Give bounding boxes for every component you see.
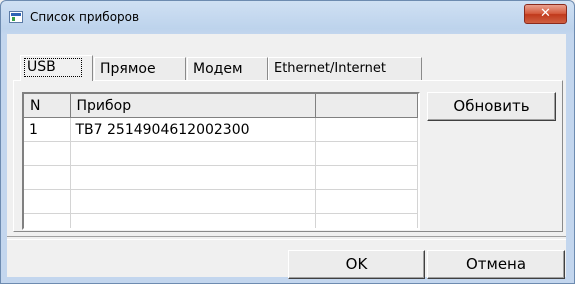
title-bar[interactable]: Список приборов ✕ [1,1,574,35]
device-table[interactable]: N Прибор 1 ТВ7 2514904612002300 [22,92,420,230]
tab-usb[interactable]: USB [20,55,93,81]
table-cell [315,213,418,228]
table-cell [70,165,316,190]
tab-modem-label: Модем [193,61,243,77]
ok-button[interactable]: OK [288,250,425,279]
window-icon [9,11,23,23]
table-row[interactable] [24,141,418,166]
column-header-extra[interactable] [315,94,418,118]
table-header-row: N Прибор [24,94,418,118]
tab-modem[interactable]: Модем [187,57,268,81]
column-header-n[interactable]: N [24,94,71,118]
table-cell [24,213,71,228]
table-cell [24,189,71,214]
table-cell [70,141,316,166]
table-row[interactable] [24,165,418,190]
tab-ethernet[interactable]: Ethernet/Internet [268,57,422,81]
ok-button-label: OK [345,255,368,273]
refresh-button-label: Обновить [453,97,530,115]
close-icon: ✕ [540,6,551,21]
column-header-device[interactable]: Прибор [70,94,316,118]
table-cell [24,165,71,190]
refresh-button[interactable]: Обновить [427,92,556,121]
table-cell [315,189,418,214]
table-cell [315,165,418,190]
tab-focus-rect [24,58,82,77]
cancel-button-label: Отмена [465,255,527,273]
tab-direct[interactable]: Прямое [94,57,186,81]
cancel-button[interactable]: Отмена [427,250,565,279]
table-cell: ТВ7 2514904612002300 [70,117,316,142]
table-cell [70,213,316,228]
table-cell [70,189,316,214]
tab-direct-label: Прямое [100,61,156,77]
footer-divider [7,236,566,240]
close-button[interactable]: ✕ [524,4,567,24]
table-cell [315,117,418,142]
table-row[interactable]: 1 ТВ7 2514904612002300 [24,117,418,142]
tab-ethernet-label: Ethernet/Internet [274,61,386,76]
table-cell [24,141,71,166]
table-cell: 1 [24,117,71,142]
device-table-grid: N Прибор 1 ТВ7 2514904612002300 [24,94,418,228]
table-row[interactable] [24,189,418,214]
table-row[interactable] [24,213,418,228]
window-title: Список приборов [30,10,140,24]
table-cell [315,141,418,166]
